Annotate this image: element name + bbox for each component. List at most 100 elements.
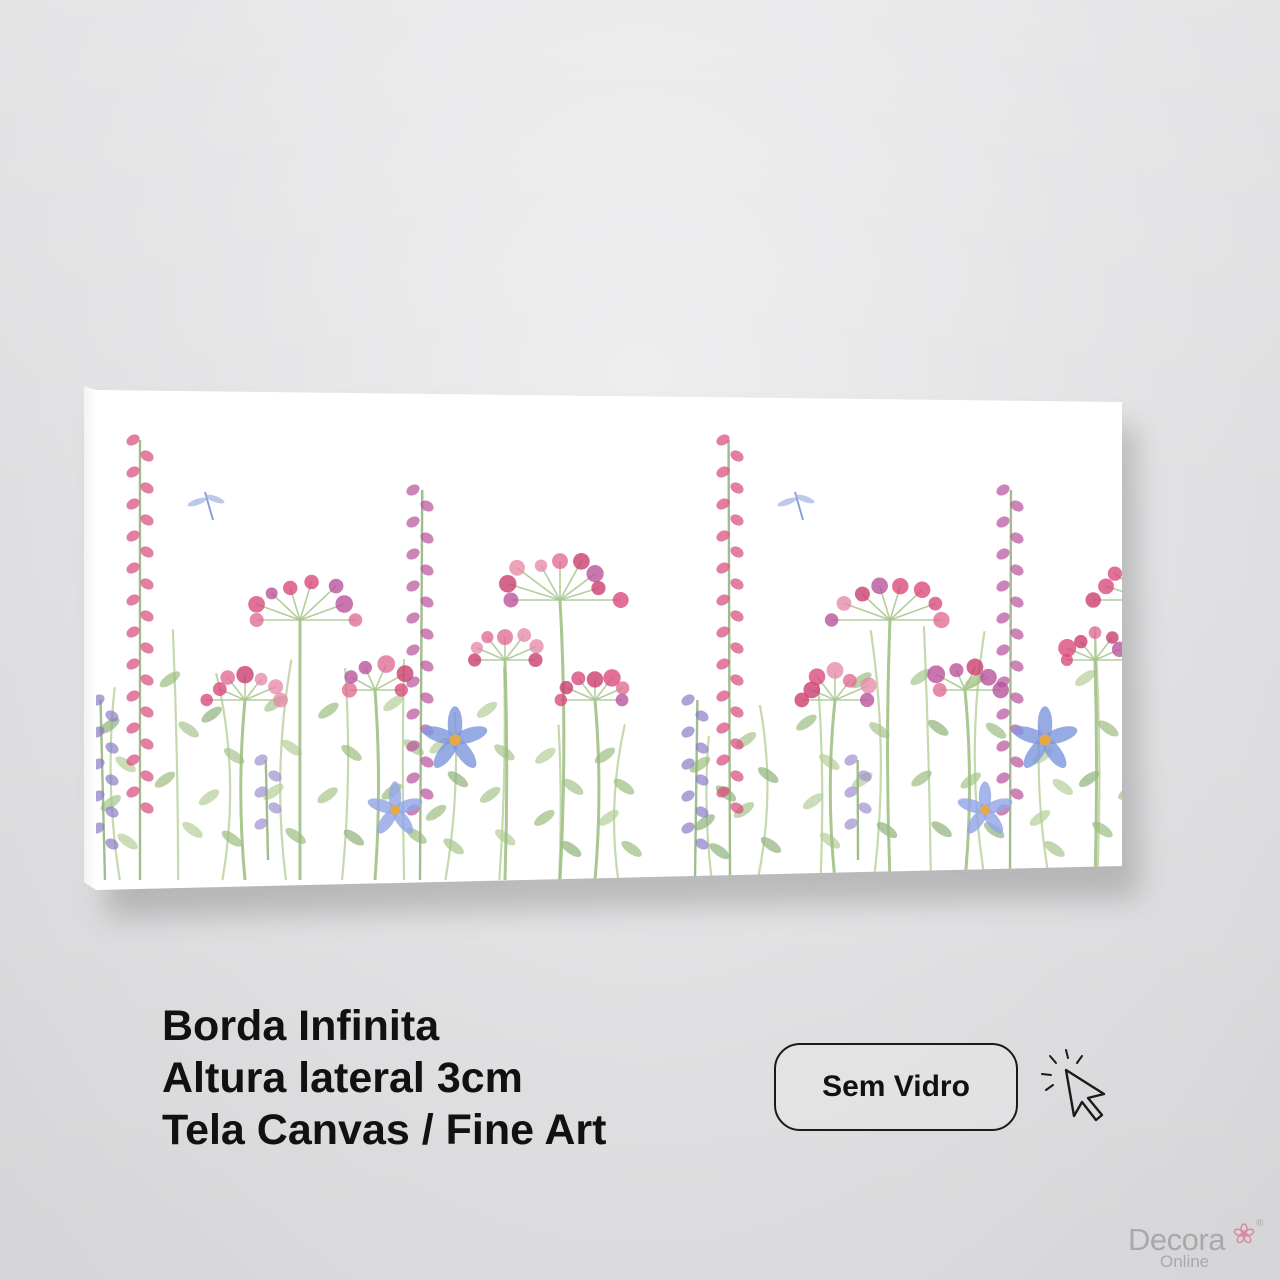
flower-mark: [528, 652, 543, 668]
flower-mark: [842, 673, 857, 688]
flower-mark: [928, 596, 943, 611]
flower-mark: [377, 655, 396, 673]
flower-mark: [1147, 600, 1150, 880]
flower-mark: [1185, 686, 1217, 700]
flower-mark: [249, 612, 264, 628]
brand-subtitle: Online: [1160, 1252, 1210, 1271]
flower-mark: [854, 586, 870, 602]
flower-mark: [1074, 634, 1088, 649]
flower-mark: [534, 559, 548, 572]
flower-mark: [1181, 563, 1197, 579]
flower-mark: [304, 574, 319, 590]
flower-mark: [529, 639, 544, 654]
flower-mark: [586, 671, 604, 688]
flower-mark: [449, 734, 461, 746]
flower-mark: [980, 805, 990, 815]
flower-mark: [612, 592, 629, 608]
flower-mark: [559, 680, 574, 695]
flower-mark: [554, 693, 568, 707]
feature-item: Borda Infinita: [162, 1002, 440, 1050]
flower-mark: [220, 670, 236, 685]
feature-item: Tela Canvas / Fine Art: [162, 1106, 607, 1154]
flower-mark: [586, 565, 604, 583]
flower-mark: [481, 631, 494, 644]
flower-mark: [1008, 489, 1013, 881]
flower-mark: [727, 439, 732, 881]
feature-list: Borda Infinita Altura lateral 3cm Tela C…: [162, 1000, 606, 1156]
flower-mark: [344, 670, 358, 684]
flower-mark: [927, 665, 946, 684]
flower-mark: [573, 552, 590, 570]
flower-mark: [571, 671, 586, 686]
flower-mark: [497, 629, 513, 646]
flower-mark: [933, 611, 950, 629]
flower-mark: [200, 693, 213, 707]
flower-mark: [949, 663, 964, 678]
flower-mark: [1159, 560, 1177, 578]
flower-mark: [1159, 668, 1174, 683]
flower-mark: [1176, 662, 1193, 679]
flower-mark: [283, 580, 298, 596]
flower-mark: [1085, 592, 1101, 608]
flower-mark: [836, 596, 852, 611]
flower-mark: [1039, 734, 1051, 746]
flower-mark: [1142, 547, 1158, 563]
flower-mark: [1150, 568, 1167, 600]
flower-mark: [390, 805, 400, 815]
flower-mark: [268, 679, 284, 695]
flower-mark: [826, 662, 844, 679]
flower-mark: [212, 682, 227, 697]
flower-mark: [1185, 681, 1199, 700]
flower-mark: [1171, 693, 1196, 715]
flower-mark: [341, 682, 358, 698]
flower-mark: [1106, 631, 1119, 644]
flower-mark: [913, 581, 931, 599]
flower-mark: [503, 592, 519, 608]
flower-mark: [966, 658, 984, 676]
flower-mark: [1141, 692, 1157, 708]
flower-mark: [509, 559, 525, 576]
flower-mark: [348, 613, 363, 627]
flower-mark: [615, 693, 629, 707]
flower-mark: [1208, 693, 1222, 707]
flower-mark: [328, 578, 344, 594]
flower-mark: [932, 683, 947, 697]
flower-mark: [273, 692, 288, 708]
flower-mark: [1193, 737, 1218, 759]
flower-mark: [892, 578, 909, 595]
flower-mark: [254, 672, 268, 686]
flower-mark: [1160, 689, 1185, 700]
flower-mark: [1197, 577, 1210, 590]
flower-mark: [1191, 673, 1207, 689]
flower-mark: [824, 613, 839, 627]
flower-mark: [470, 641, 483, 654]
flower-mark: [358, 660, 372, 675]
flower-mark: [616, 681, 630, 695]
sem-vidro-button[interactable]: Sem Vidro: [774, 1043, 1018, 1131]
flower-mark: [265, 587, 278, 600]
brand-logo: Decora Online ®: [1128, 1218, 1268, 1272]
flower-mark: [860, 677, 877, 694]
flower-mark: [468, 653, 482, 667]
click-cursor-icon: [1041, 1049, 1106, 1122]
flower-mark: [248, 595, 265, 613]
flower-mark: [498, 575, 517, 593]
flower-mark: [1199, 825, 1224, 847]
flower-mark: [236, 665, 254, 684]
flower-mark: [859, 692, 875, 708]
flower-mark: [335, 595, 354, 613]
registered-mark: ®: [1256, 1218, 1264, 1229]
flower-mark: [1098, 578, 1114, 595]
flower-mark: [552, 553, 568, 570]
flower-mark: [1150, 571, 1189, 600]
flower-mark: [1153, 682, 1167, 696]
flower-mark: [808, 668, 826, 685]
flower-mark: [1093, 659, 1099, 881]
flower-mark: [871, 577, 888, 595]
flower-logo-icon: [1233, 1223, 1255, 1244]
flower-mark: [1189, 659, 1198, 880]
flower-mark: [1175, 781, 1200, 803]
feature-item: Altura lateral 3cm: [162, 1054, 523, 1102]
flower-mark: [1088, 626, 1102, 639]
flower-mark: [1107, 566, 1122, 581]
